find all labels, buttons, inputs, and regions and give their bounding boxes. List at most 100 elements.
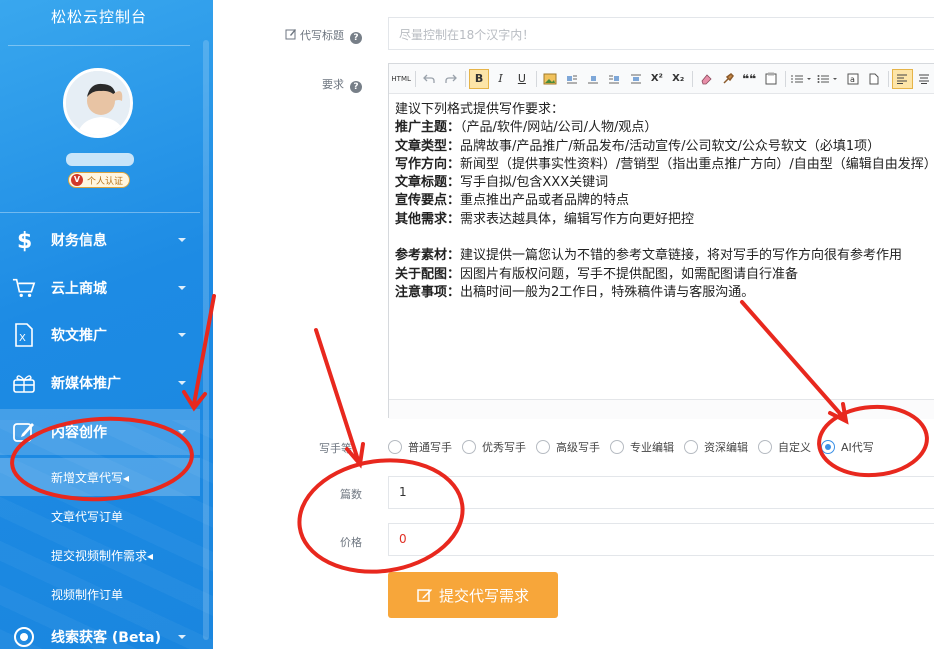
image-icon[interactable] xyxy=(540,69,560,89)
paste-icon[interactable] xyxy=(760,69,780,89)
editor-line: 写作方向：新闻型（提供事实性资料）/营销型（指出重点推广方向）/自由型（编辑自由… xyxy=(395,156,934,172)
divider xyxy=(888,70,890,87)
count-input[interactable]: 1 xyxy=(388,476,934,509)
caret-down-icon xyxy=(178,430,186,434)
nav-item-content-creation[interactable]: 内容创作 xyxy=(0,409,200,455)
editor-line: 宣传要点：重点推出产品或者品牌的特点 xyxy=(395,193,630,209)
unordered-list-icon[interactable] xyxy=(816,69,842,89)
radio-label: 自定义 xyxy=(778,441,811,454)
editor-content[interactable]: 建议下列格式提供写作要求： 推广主题：（产品/软件/网站/公司/人物/观点） 文… xyxy=(395,101,934,302)
divider xyxy=(8,45,190,46)
sub-item-video-orders[interactable]: 视频制作订单 xyxy=(0,575,200,613)
radio-label: 优秀写手 xyxy=(482,441,526,454)
radio-custom[interactable]: 自定义 xyxy=(758,439,811,455)
new-page-icon[interactable] xyxy=(864,69,884,89)
align-left-icon[interactable] xyxy=(892,68,913,89)
gift-icon xyxy=(12,371,36,395)
nav-item-cloud-mall[interactable]: 云上商城 xyxy=(0,265,200,311)
radio-dot xyxy=(462,440,476,454)
shopping-cart-icon xyxy=(12,276,36,300)
underline-button[interactable]: U xyxy=(512,69,532,89)
editor-toolbar: HTML B I U X² X₂ ❝❝ a xyxy=(389,64,934,94)
align-center-icon[interactable] xyxy=(914,69,934,89)
title-label-text: 代写标题 xyxy=(300,29,344,42)
title-input[interactable]: 尽量控制在18个汉字内！ xyxy=(388,17,934,50)
divider xyxy=(464,70,466,87)
radio-label: 资深编辑 xyxy=(704,441,748,454)
divider xyxy=(784,70,786,87)
superscript-button[interactable]: X² xyxy=(647,69,667,89)
subscript-button[interactable]: X₂ xyxy=(668,69,688,89)
radio-writer-normal[interactable]: 普通写手 xyxy=(388,439,452,455)
price-label: 价格 xyxy=(340,536,362,549)
verified-badge[interactable]: V 个人认证 xyxy=(68,172,130,188)
radio-writer-senior[interactable]: 高级写手 xyxy=(536,439,600,455)
ordered-list-icon[interactable] xyxy=(789,69,815,89)
radio-dot xyxy=(758,440,772,454)
editor-line: 参考素材：建议提供一篇您认为不错的参考文章链接，将对写手的写作方向很有参考作用 xyxy=(395,248,903,264)
nav-item-soft-article[interactable]: X 软文推广 xyxy=(0,312,200,358)
html-source-button[interactable]: HTML xyxy=(391,69,411,89)
caret-down-icon xyxy=(178,333,186,337)
align-image-center-icon[interactable] xyxy=(583,69,603,89)
avatar[interactable] xyxy=(63,68,133,138)
quote-icon[interactable]: ❝❝ xyxy=(739,69,759,89)
divider xyxy=(0,212,200,213)
target-icon xyxy=(12,625,36,649)
nav-item-finance[interactable]: $ 财务信息 xyxy=(0,217,200,263)
divider xyxy=(692,70,694,87)
radio-writer-excellent[interactable]: 优秀写手 xyxy=(462,439,526,455)
writer-level-radio-group: 普通写手 优秀写手 高级写手 专业编辑 资深编辑 自定义 AI代写 xyxy=(388,437,884,457)
bold-button[interactable]: B xyxy=(468,68,490,89)
format-brush-icon[interactable] xyxy=(718,69,738,89)
sub-item-submit-video[interactable]: 提交视频制作需求◂ xyxy=(0,536,200,574)
title-field-label: 代写标题? xyxy=(282,27,362,44)
radio-label: 专业编辑 xyxy=(630,441,674,454)
nav-label: 软文推广 xyxy=(51,328,107,344)
sub-item-article-orders[interactable]: 文章代写订单 xyxy=(0,497,200,535)
requirements-field-label: 要求? xyxy=(282,76,362,93)
verified-icon: V xyxy=(71,174,83,186)
help-icon[interactable]: ? xyxy=(350,32,362,44)
nav-label: 线索获客 (Beta) xyxy=(51,630,161,646)
rich-text-editor[interactable]: HTML B I U X² X₂ ❝❝ a 建议下列格式提供写作要求： 推广主题… xyxy=(388,63,934,419)
username-blurred xyxy=(66,153,134,166)
editor-line: 建议下列格式提供写作要求： xyxy=(395,102,565,117)
sub-item-new-article[interactable]: 新增文章代写◂ xyxy=(0,458,200,496)
italic-button[interactable]: I xyxy=(490,69,510,89)
help-icon[interactable]: ? xyxy=(350,81,362,93)
verified-label: 个人认证 xyxy=(87,176,124,187)
editor-line: 注意事项：出稿时间一般为2工作日，特殊稿件请与客服沟通。 xyxy=(395,284,755,300)
edit-icon xyxy=(285,29,296,40)
editor-resize-bar[interactable] xyxy=(389,399,934,419)
radio-editor-pro[interactable]: 专业编辑 xyxy=(610,439,674,455)
sidebar-scrollbar[interactable] xyxy=(203,40,209,640)
redo-icon[interactable] xyxy=(441,69,461,89)
editor-line: 文章标题：写手自拟/包含XXX关键词 xyxy=(395,175,609,191)
svg-text:a: a xyxy=(850,75,855,84)
submit-writing-request-button[interactable]: 提交代写需求 xyxy=(388,572,558,618)
caret-down-icon xyxy=(178,286,186,290)
divider xyxy=(415,70,417,87)
nav-item-new-media[interactable]: 新媒体推广 xyxy=(0,360,200,406)
radio-editor-senior[interactable]: 资深编辑 xyxy=(684,439,748,455)
svg-text:$: $ xyxy=(17,229,32,252)
caret-down-icon xyxy=(178,238,186,242)
eraser-icon[interactable] xyxy=(696,69,716,89)
nav-item-leads[interactable]: 线索获客 (Beta) xyxy=(0,614,200,649)
requirements-label-text: 要求 xyxy=(322,78,344,91)
align-image-right-icon[interactable] xyxy=(604,69,624,89)
dollar-icon: $ xyxy=(12,228,36,252)
undo-icon[interactable] xyxy=(419,69,439,89)
sidebar: 松松云控制台 V 个人认证 $ 财务信息 云上商城 X 软文推广 新媒体推广 内… xyxy=(0,0,213,649)
radio-ai-writing[interactable]: AI代写 xyxy=(821,439,874,455)
radio-label: 普通写手 xyxy=(408,441,452,454)
edit-icon xyxy=(417,589,432,602)
special-char-icon[interactable]: a xyxy=(842,69,862,89)
align-image-block-icon[interactable] xyxy=(625,69,645,89)
nav-label: 内容创作 xyxy=(51,425,107,441)
align-image-left-icon[interactable] xyxy=(561,69,581,89)
nav-label: 云上商城 xyxy=(51,281,107,297)
writer-level-label: 写手等 xyxy=(319,442,352,455)
document-icon: X xyxy=(12,323,36,347)
